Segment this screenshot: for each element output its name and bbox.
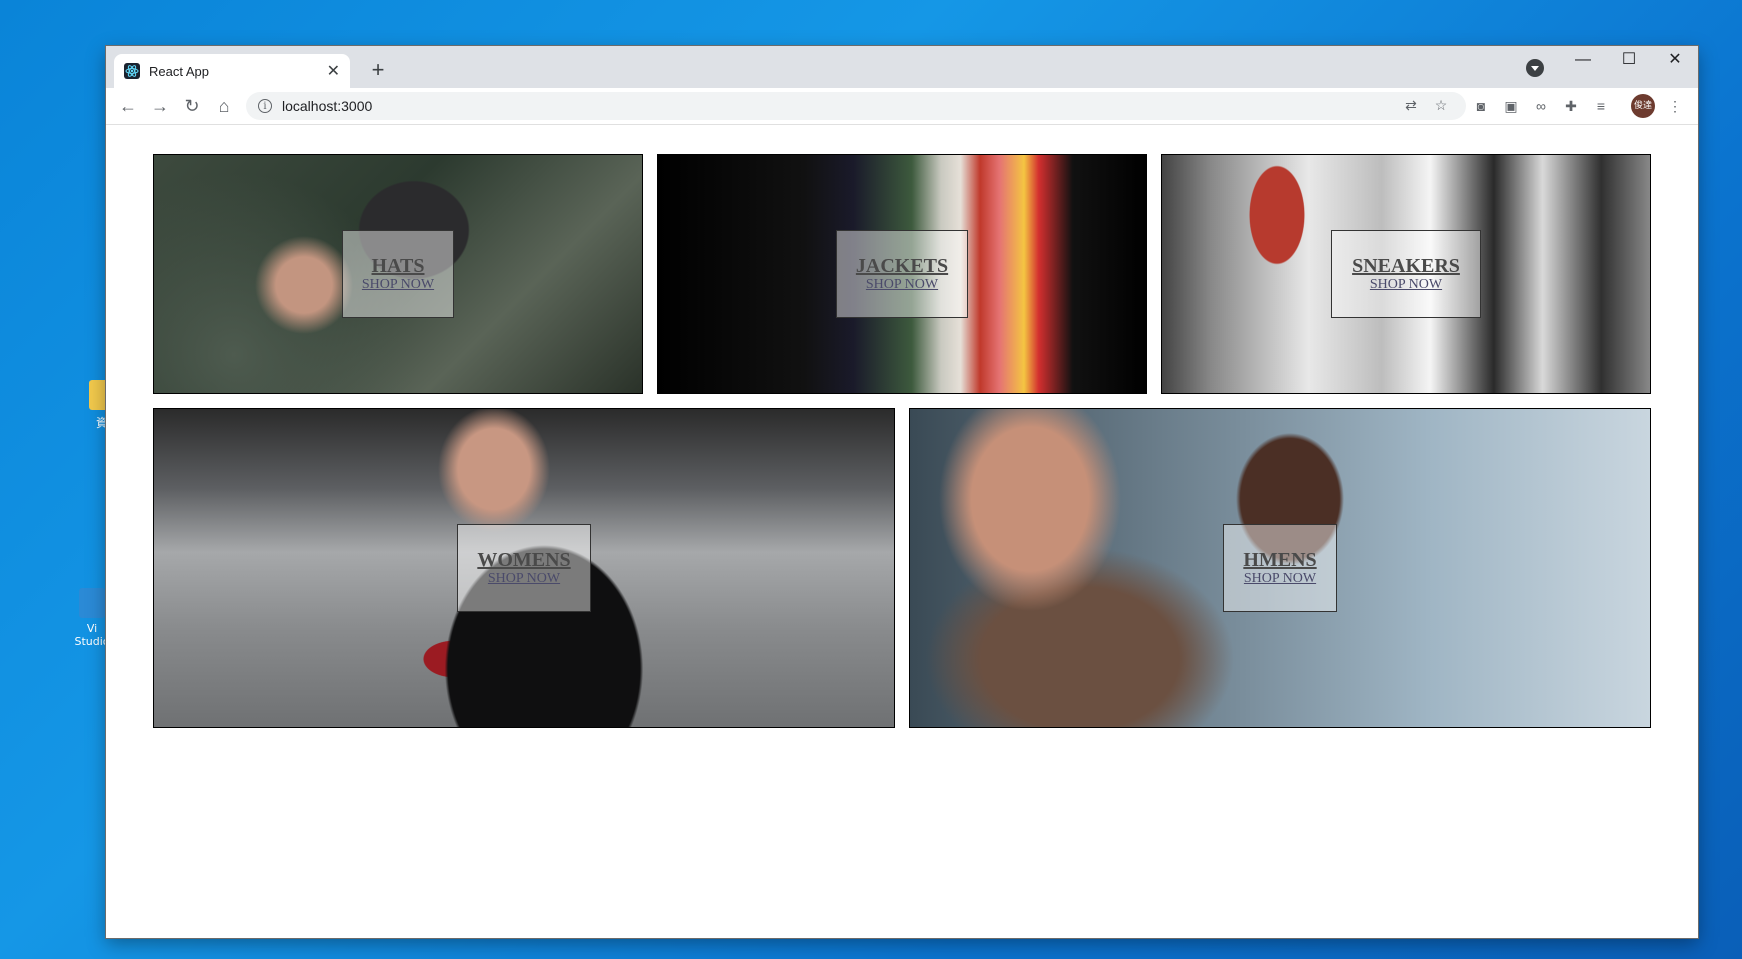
menu-item-jackets[interactable]: JACKETS SHOP NOW xyxy=(657,154,1147,394)
maximize-button[interactable]: ☐ xyxy=(1606,46,1652,76)
site-info-icon[interactable]: i xyxy=(258,99,272,113)
shop-now-link[interactable]: SHOP NOW xyxy=(488,571,560,587)
home-icon[interactable]: ⌂ xyxy=(212,94,236,118)
menu-item-title: SNEAKERS xyxy=(1352,255,1460,277)
menu-item-title: JACKETS xyxy=(855,255,949,277)
new-tab-button[interactable]: + xyxy=(364,56,392,84)
shop-now-link[interactable]: SHOP NOW xyxy=(866,277,938,293)
media-control-icon[interactable]: ≡ xyxy=(1592,97,1610,115)
menu-item-content: SNEAKERS SHOP NOW xyxy=(1331,230,1481,318)
back-arrow-icon[interactable]: ← xyxy=(116,94,140,118)
menu-item-content: WOMENS SHOP NOW xyxy=(457,524,591,612)
profile-avatar[interactable]: 俊達 xyxy=(1631,94,1655,118)
tab-title: React App xyxy=(149,63,209,79)
url-text: localhost:3000 xyxy=(282,98,373,114)
menu-item-title: HATS xyxy=(371,255,425,277)
menu-item-mens[interactable]: HMENS SHOP NOW xyxy=(909,408,1651,728)
browser-window: React App ✕ + — ☐ ✕ ← → ↻ ⌂ i localhost:… xyxy=(106,46,1698,938)
more-menu-icon[interactable]: ⋮ xyxy=(1666,97,1684,115)
extension-link-icon[interactable]: ∞ xyxy=(1532,97,1550,115)
shop-now-link[interactable]: SHOP NOW xyxy=(1244,571,1316,587)
react-favicon-icon xyxy=(124,63,140,79)
browser-toolbar: ← → ↻ ⌂ i localhost:3000 ⇄ ☆ ◙ ▣ ∞ ✚ ≡ 俊… xyxy=(106,88,1698,125)
address-bar[interactable]: i localhost:3000 xyxy=(246,92,1466,120)
menu-item-womens[interactable]: WOMENS SHOP NOW xyxy=(153,408,895,728)
extension-icon[interactable]: ◙ xyxy=(1472,97,1490,115)
menu-item-content: JACKETS SHOP NOW xyxy=(836,230,968,318)
minimize-button[interactable]: — xyxy=(1560,46,1606,76)
page-content: HATS SHOP NOW JACKETS SHOP NOW SNEAKERS … xyxy=(106,125,1698,938)
reload-icon[interactable]: ↻ xyxy=(180,94,204,118)
extension-camera-icon[interactable]: ▣ xyxy=(1502,97,1520,115)
menu-item-title: HMENS xyxy=(1243,549,1317,571)
tab-search-icon[interactable] xyxy=(1526,59,1544,77)
shop-now-link[interactable]: SHOP NOW xyxy=(362,277,434,293)
vscode-icon xyxy=(79,588,105,618)
shop-now-link[interactable]: SHOP NOW xyxy=(1370,277,1442,293)
browser-tab[interactable]: React App ✕ xyxy=(114,54,350,88)
close-window-button[interactable]: ✕ xyxy=(1652,46,1698,76)
menu-item-content: HMENS SHOP NOW xyxy=(1223,524,1337,612)
menu-item-hats[interactable]: HATS SHOP NOW xyxy=(153,154,643,394)
extensions-puzzle-icon[interactable]: ✚ xyxy=(1562,97,1580,115)
close-tab-icon[interactable]: ✕ xyxy=(327,61,340,81)
tab-strip: React App ✕ + — ☐ ✕ xyxy=(106,46,1698,88)
menu-item-title: WOMENS xyxy=(477,549,571,571)
bookmark-star-icon[interactable]: ☆ xyxy=(1432,96,1450,114)
menu-item-content: HATS SHOP NOW xyxy=(342,230,454,318)
menu-item-sneakers[interactable]: SNEAKERS SHOP NOW xyxy=(1161,154,1651,394)
forward-arrow-icon[interactable]: → xyxy=(148,94,172,118)
translate-icon[interactable]: ⇄ xyxy=(1402,96,1420,114)
